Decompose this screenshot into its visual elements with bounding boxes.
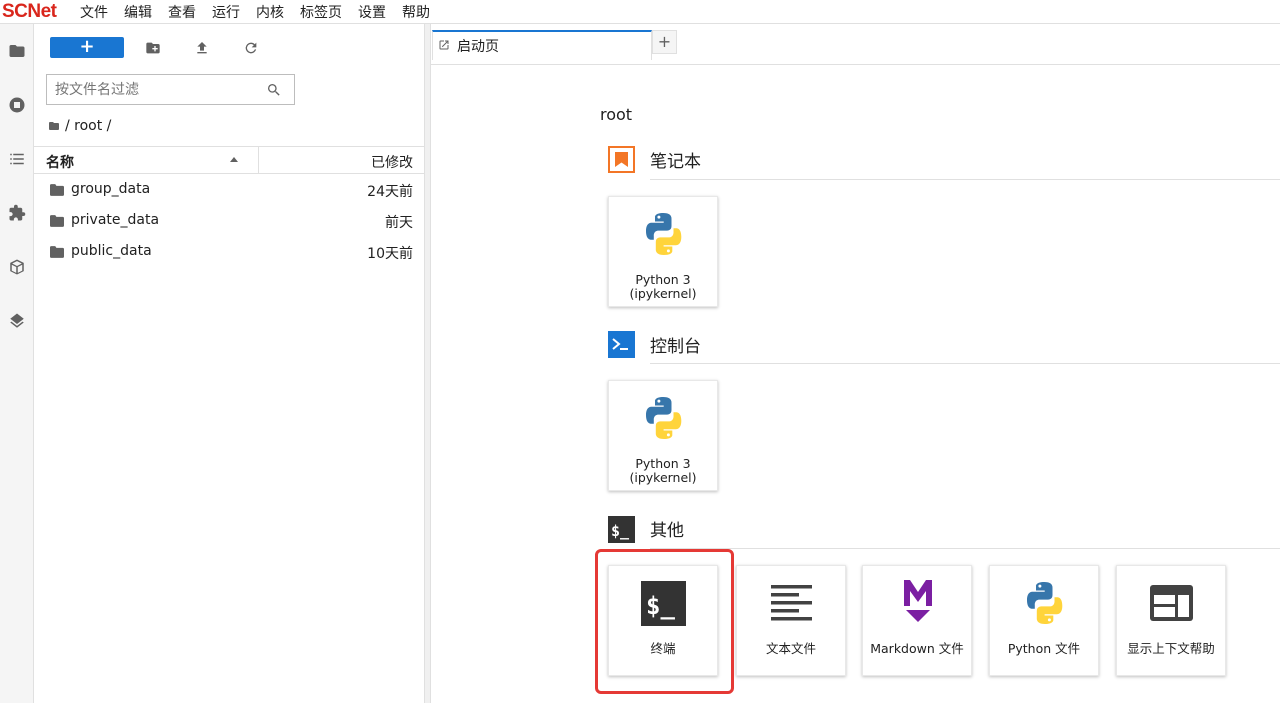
file-modified: 前天 — [385, 215, 413, 231]
running-icon[interactable] — [0, 88, 34, 122]
card-label: 文本文件 — [765, 641, 816, 656]
section-title-other: 其他 — [650, 521, 684, 541]
file-name: private_data — [71, 212, 160, 228]
refresh-icon[interactable] — [241, 38, 261, 58]
package-icon[interactable] — [0, 250, 34, 284]
breadcrumb-path[interactable]: / root / — [65, 118, 111, 134]
contextual-help-card[interactable]: 显示上下文帮助 — [1116, 565, 1226, 676]
file-filter — [46, 74, 295, 105]
column-modified[interactable]: 已修改 — [371, 152, 413, 172]
file-browser: + / root / 名称 已修改 group_data 24天前 privat… — [34, 24, 425, 703]
contextual-help-icon — [1150, 585, 1193, 621]
folder-icon — [50, 246, 64, 258]
activity-bar — [0, 24, 34, 703]
folder-icon[interactable] — [0, 34, 34, 68]
menu-kernel[interactable]: 内核 — [256, 2, 284, 22]
toc-icon[interactable] — [0, 142, 34, 176]
section-divider — [650, 179, 1280, 180]
menu-bar: SCNet 文件 编辑 查看 运行 内核 标签页 设置 帮助 — [0, 0, 1280, 24]
menu-edit[interactable]: 编辑 — [124, 2, 152, 22]
terminal-card[interactable]: $_ 终端 — [608, 565, 718, 676]
file-list-header: 名称 已修改 — [34, 146, 425, 174]
notebook-python3-card[interactable]: Python 3 (ipykernel) — [608, 196, 718, 307]
python-icon — [1027, 582, 1063, 624]
layers-icon[interactable] — [0, 304, 34, 338]
file-name: public_data — [71, 243, 152, 259]
new-folder-icon[interactable] — [143, 38, 163, 58]
file-row[interactable]: private_data 前天 — [34, 206, 425, 237]
launch-icon — [439, 40, 449, 50]
card-label: Python 3 (ipykernel) — [629, 456, 697, 485]
new-launcher-button[interactable]: + — [50, 37, 124, 58]
folder-icon[interactable] — [48, 120, 60, 132]
folder-icon — [50, 215, 64, 227]
python-icon — [646, 213, 682, 255]
card-label: Markdown 文件 — [870, 641, 964, 656]
terminal-icon: $_ — [641, 581, 686, 626]
section-title-console: 控制台 — [650, 337, 701, 357]
text-file-icon — [771, 585, 812, 621]
file-name: group_data — [71, 181, 151, 197]
launcher: root 笔记本 Python 3 (ipykernel) 控制台 Python… — [431, 65, 1280, 703]
file-row[interactable]: group_data 24天前 — [34, 175, 425, 206]
card-label: 终端 — [650, 641, 676, 656]
svg-text:$_: $_ — [611, 522, 630, 540]
section-divider — [650, 363, 1280, 364]
terminal-icon: $_ — [608, 516, 635, 543]
card-label: 显示上下文帮助 — [1127, 641, 1215, 656]
menu-run[interactable]: 运行 — [212, 2, 240, 22]
section-divider — [650, 548, 1280, 549]
file-browser-toolbar: + — [34, 24, 425, 70]
markdown-icon — [904, 580, 932, 622]
python-icon — [646, 397, 682, 439]
menu-help[interactable]: 帮助 — [402, 2, 430, 22]
search-icon — [268, 84, 280, 96]
breadcrumb: / root / — [48, 116, 111, 136]
svg-text:$_: $_ — [646, 592, 675, 620]
launcher-cwd: root — [600, 105, 633, 124]
upload-icon[interactable] — [192, 38, 212, 58]
menu-file[interactable]: 文件 — [80, 2, 108, 22]
add-tab-button[interactable]: + — [652, 30, 677, 54]
menu-settings[interactable]: 设置 — [358, 2, 386, 22]
folder-icon — [50, 184, 64, 196]
extension-icon[interactable] — [0, 196, 34, 230]
console-python3-card[interactable]: Python 3 (ipykernel) — [608, 380, 718, 491]
card-label: Python 3 (ipykernel) — [629, 272, 697, 301]
filter-input[interactable] — [47, 75, 262, 104]
notebook-icon — [608, 146, 635, 173]
section-title-notebook: 笔记本 — [650, 152, 701, 172]
console-icon — [608, 331, 635, 358]
menu-tabs[interactable]: 标签页 — [300, 2, 342, 22]
menu-view[interactable]: 查看 — [168, 2, 196, 22]
card-label: Python 文件 — [1007, 641, 1081, 656]
column-divider — [258, 147, 259, 173]
file-row[interactable]: public_data 10天前 — [34, 237, 425, 268]
tab-label: 启动页 — [457, 39, 499, 55]
file-modified: 24天前 — [367, 184, 413, 200]
tab-launcher[interactable]: 启动页 — [432, 30, 652, 60]
python-file-card[interactable]: Python 文件 — [989, 565, 1099, 676]
column-name[interactable]: 名称 — [46, 152, 74, 172]
app-logo: SCNet — [2, 0, 57, 22]
markdown-file-card[interactable]: Markdown 文件 — [862, 565, 972, 676]
sort-ascending-icon[interactable] — [230, 157, 238, 162]
text-file-card[interactable]: 文本文件 — [736, 565, 846, 676]
tab-bar: 启动页 + — [425, 24, 1280, 65]
file-modified: 10天前 — [367, 246, 413, 262]
